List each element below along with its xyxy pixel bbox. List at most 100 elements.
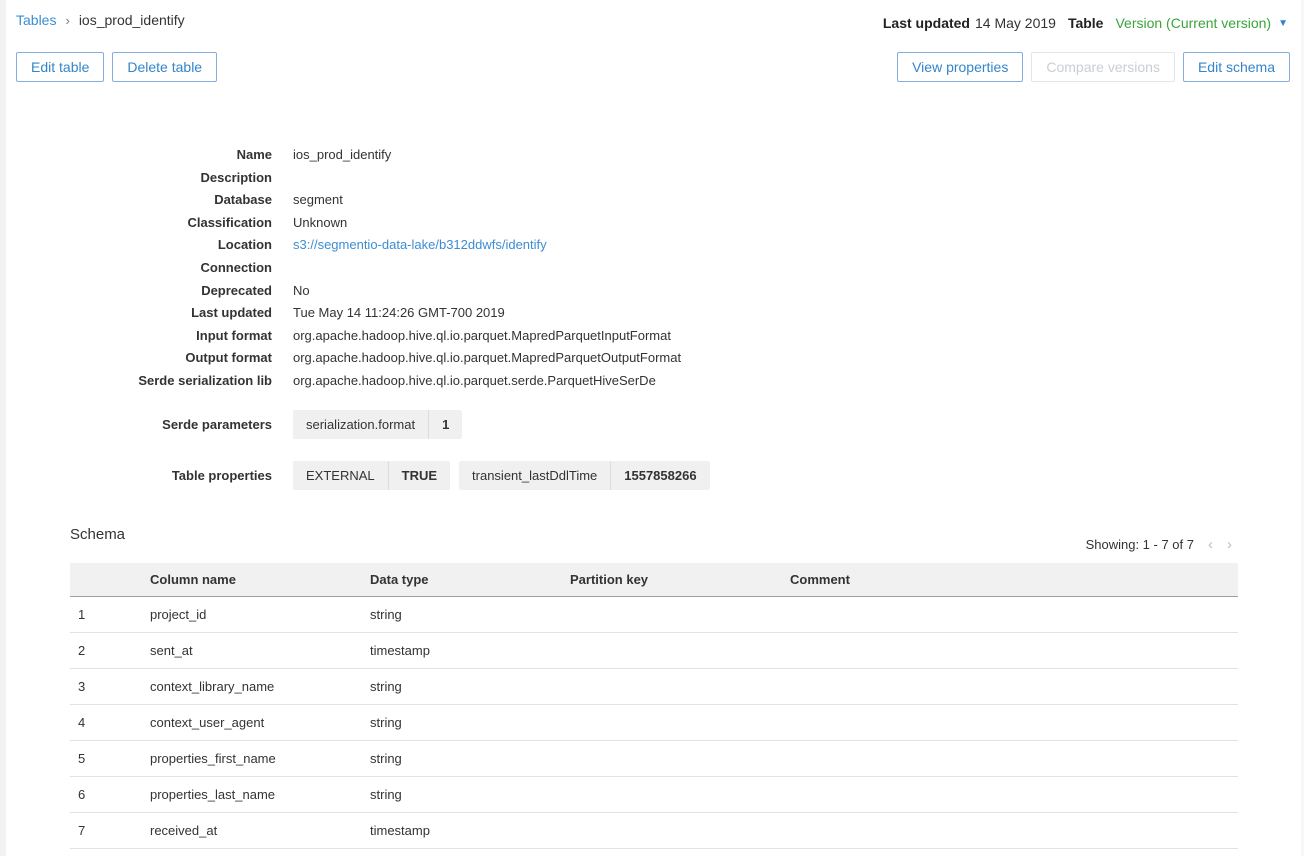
schema-header-row: Column name Data type Partition key Comm…: [70, 563, 1238, 597]
detail-row-input-format: Input format org.apache.hadoop.hive.ql.i…: [16, 325, 1290, 348]
cell-partition-key: [570, 813, 790, 849]
chip-key: serialization.format: [293, 410, 428, 439]
breadcrumb-separator-icon: ›: [65, 13, 69, 28]
cell-row-number: 5: [70, 741, 150, 777]
toolbar-left-group: Edit table Delete table: [16, 52, 217, 82]
detail-value: Unknown: [293, 212, 347, 235]
cell-row-number: 4: [70, 705, 150, 741]
last-updated-label: Last updated: [883, 15, 970, 31]
compare-versions-button: Compare versions: [1031, 52, 1175, 82]
detail-row-description: Description: [16, 167, 1290, 190]
table-row: 3 context_library_name string: [70, 669, 1238, 705]
cell-comment: [790, 669, 1238, 705]
cell-partition-key: [570, 597, 790, 633]
edit-schema-button[interactable]: Edit schema: [1183, 52, 1290, 82]
schema-table: Column name Data type Partition key Comm…: [70, 563, 1238, 850]
table-details-list: Name ios_prod_identify Description Datab…: [16, 144, 1290, 393]
detail-value: org.apache.hadoop.hive.ql.io.parquet.Map…: [293, 347, 681, 370]
detail-value: No: [293, 280, 310, 303]
table-row: 6 properties_last_name string: [70, 777, 1238, 813]
chip-value: 1557858266: [611, 461, 709, 490]
location-s3-link[interactable]: s3://segmentio-data-lake/b312ddwfs/ident…: [293, 237, 547, 252]
detail-label: Deprecated: [16, 280, 272, 303]
header-data-type: Data type: [370, 563, 570, 597]
chip-value: TRUE: [389, 461, 450, 490]
detail-value: ios_prod_identify: [293, 144, 391, 167]
serde-parameters-row: Serde parameters serialization.format 1: [16, 410, 1290, 439]
pagination-showing-text: Showing: 1 - 7 of 7: [1086, 537, 1194, 552]
table-properties-row: Table properties EXTERNAL TRUE transient…: [16, 461, 1290, 490]
version-meta-bar: Last updated 14 May 2019 Table Version (…: [883, 12, 1290, 31]
detail-row-location: Location s3://segmentio-data-lake/b312dd…: [16, 234, 1290, 257]
detail-row-connection: Connection: [16, 257, 1290, 280]
cell-column-name: received_at: [150, 813, 370, 849]
cell-data-type: string: [370, 741, 570, 777]
detail-value: segment: [293, 189, 343, 212]
table-row: 7 received_at timestamp: [70, 813, 1238, 849]
detail-label: Connection: [16, 257, 272, 280]
edit-table-button[interactable]: Edit table: [16, 52, 104, 82]
top-bar: Tables › ios_prod_identify Last updated …: [16, 12, 1290, 31]
cell-column-name: properties_first_name: [150, 741, 370, 777]
cell-comment: [790, 741, 1238, 777]
pagination: Showing: 1 - 7 of 7 ‹ ›: [16, 537, 1290, 552]
cell-row-number: 1: [70, 597, 150, 633]
detail-label: Database: [16, 189, 272, 212]
detail-row-database: Database segment: [16, 189, 1290, 212]
table-row: 5 properties_first_name string: [70, 741, 1238, 777]
detail-label: Output format: [16, 347, 272, 370]
chevron-right-icon[interactable]: ›: [1227, 537, 1232, 552]
version-dropdown[interactable]: Version (Current version) ▼: [1115, 15, 1288, 31]
cell-data-type: timestamp: [370, 813, 570, 849]
view-properties-button[interactable]: View properties: [897, 52, 1023, 82]
detail-label: Name: [16, 144, 272, 167]
cell-column-name: project_id: [150, 597, 370, 633]
detail-row-name: Name ios_prod_identify: [16, 144, 1290, 167]
table-property-chip: EXTERNAL TRUE: [293, 461, 450, 490]
delete-table-button[interactable]: Delete table: [112, 52, 217, 82]
detail-row-deprecated: Deprecated No: [16, 280, 1290, 303]
table-row: 4 context_user_agent string: [70, 705, 1238, 741]
cell-partition-key: [570, 669, 790, 705]
table-row: 1 project_id string: [70, 597, 1238, 633]
header-row-number: [70, 563, 150, 597]
cell-column-name: sent_at: [150, 633, 370, 669]
detail-row-output-format: Output format org.apache.hadoop.hive.ql.…: [16, 347, 1290, 370]
version-label: Version (Current version): [1115, 15, 1271, 31]
cell-data-type: timestamp: [370, 633, 570, 669]
cell-row-number: 6: [70, 777, 150, 813]
detail-label: Serde serialization lib: [16, 370, 272, 393]
cell-partition-key: [570, 777, 790, 813]
chevron-left-icon[interactable]: ‹: [1208, 537, 1213, 552]
chip-value: 1: [429, 410, 462, 439]
cell-comment: [790, 705, 1238, 741]
cell-comment: [790, 777, 1238, 813]
last-updated-value: 14 May 2019: [975, 15, 1056, 31]
table-detail-page: Tables › ios_prod_identify Last updated …: [0, 0, 1304, 856]
detail-label: Classification: [16, 212, 272, 235]
cell-column-name: properties_last_name: [150, 777, 370, 813]
cell-row-number: 2: [70, 633, 150, 669]
toolbar: Edit table Delete table View properties …: [16, 52, 1290, 82]
toolbar-right-group: View properties Compare versions Edit sc…: [897, 52, 1290, 82]
table-properties-label: Table properties: [16, 467, 272, 483]
cell-comment: [790, 597, 1238, 633]
detail-row-classification: Classification Unknown: [16, 212, 1290, 235]
cell-partition-key: [570, 705, 790, 741]
header-partition-key: Partition key: [570, 563, 790, 597]
breadcrumb-current-table: ios_prod_identify: [79, 12, 185, 28]
breadcrumb-tables-link[interactable]: Tables: [16, 12, 56, 28]
detail-label: Last updated: [16, 302, 272, 325]
cell-data-type: string: [370, 669, 570, 705]
cell-column-name: context_library_name: [150, 669, 370, 705]
serde-parameters-label: Serde parameters: [16, 416, 272, 432]
detail-value: org.apache.hadoop.hive.ql.io.parquet.Map…: [293, 325, 671, 348]
header-column-name: Column name: [150, 563, 370, 597]
cell-data-type: string: [370, 777, 570, 813]
breadcrumb: Tables › ios_prod_identify: [16, 12, 185, 28]
detail-value: Tue May 14 11:24:26 GMT-700 2019: [293, 302, 505, 325]
cell-comment: [790, 813, 1238, 849]
detail-row-last-updated: Last updated Tue May 14 11:24:26 GMT-700…: [16, 302, 1290, 325]
chip-key: EXTERNAL: [293, 461, 388, 490]
detail-row-serde-lib: Serde serialization lib org.apache.hadoo…: [16, 370, 1290, 393]
